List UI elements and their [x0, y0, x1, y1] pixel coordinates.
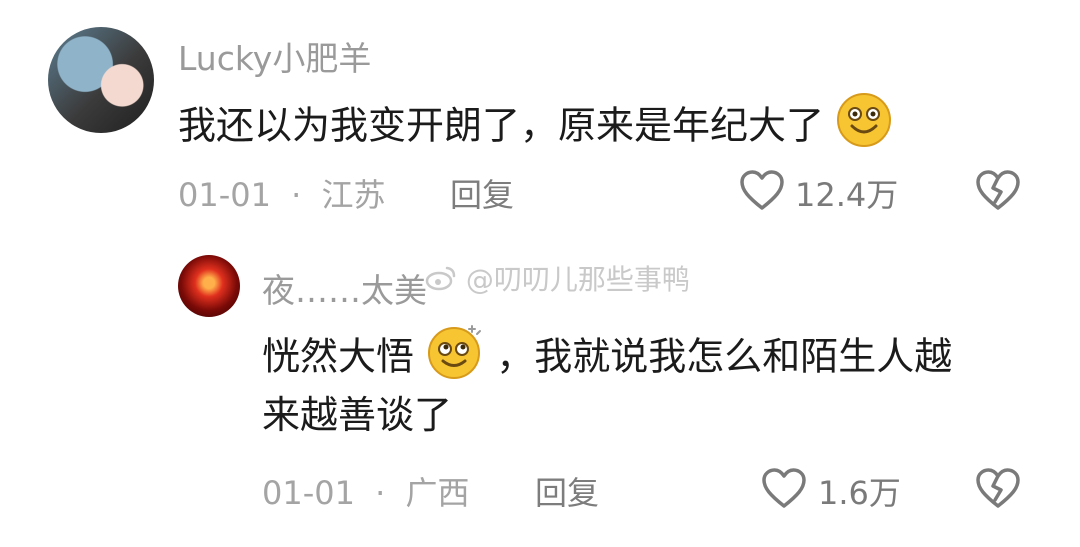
watermark: @叨叨儿那些事鸭 [425, 258, 690, 299]
like-count: 1.6万 [818, 474, 901, 512]
comment-meta: 01-01 · 江苏 [178, 170, 386, 216]
heart-outline-icon[interactable] [738, 168, 786, 216]
broken-heart-icon[interactable] [974, 466, 1022, 514]
reply-button[interactable]: 回复 [535, 468, 599, 514]
avatar[interactable] [48, 27, 154, 133]
reply-location: 广西 [405, 474, 470, 512]
comment-date: 01-01 [178, 176, 271, 214]
reply-meta: 01-01 · 广西 [262, 468, 470, 514]
broken-heart-icon[interactable] [974, 168, 1022, 216]
comment-text: 我还以为我变开朗了，原来是年纪大了 [178, 92, 892, 164]
watermark-text: @叨叨儿那些事鸭 [465, 263, 690, 296]
reply-button[interactable]: 回复 [450, 170, 514, 216]
reply-text-part-2: ，我就说我怎么和陌生人越 [496, 334, 953, 379]
comment-text-content: 我还以为我变开朗了，原来是年纪大了 [178, 103, 825, 148]
reply-username[interactable]: 夜……太美 [262, 264, 427, 312]
weibo-logo-icon [425, 264, 457, 299]
like-count: 12.4万 [795, 176, 899, 214]
reply-text-line-2: 来越善谈了 [262, 393, 453, 437]
reply-date: 01-01 [262, 474, 355, 512]
meta-separator: · [291, 176, 302, 214]
dizzy-face-emoji-icon [426, 322, 484, 396]
heart-outline-icon[interactable] [760, 466, 808, 514]
grinning-face-emoji-icon [836, 92, 892, 164]
comment-location: 江苏 [321, 176, 386, 214]
avatar[interactable] [178, 255, 240, 317]
meta-separator: · [375, 474, 386, 512]
reply-text-part-1: 恍然大悟 [262, 334, 415, 379]
reply-text-line-1: 恍然大悟 ，我就说我怎么和陌生人越 [262, 322, 952, 396]
comment-username[interactable]: Lucky小肥羊 [178, 32, 371, 80]
